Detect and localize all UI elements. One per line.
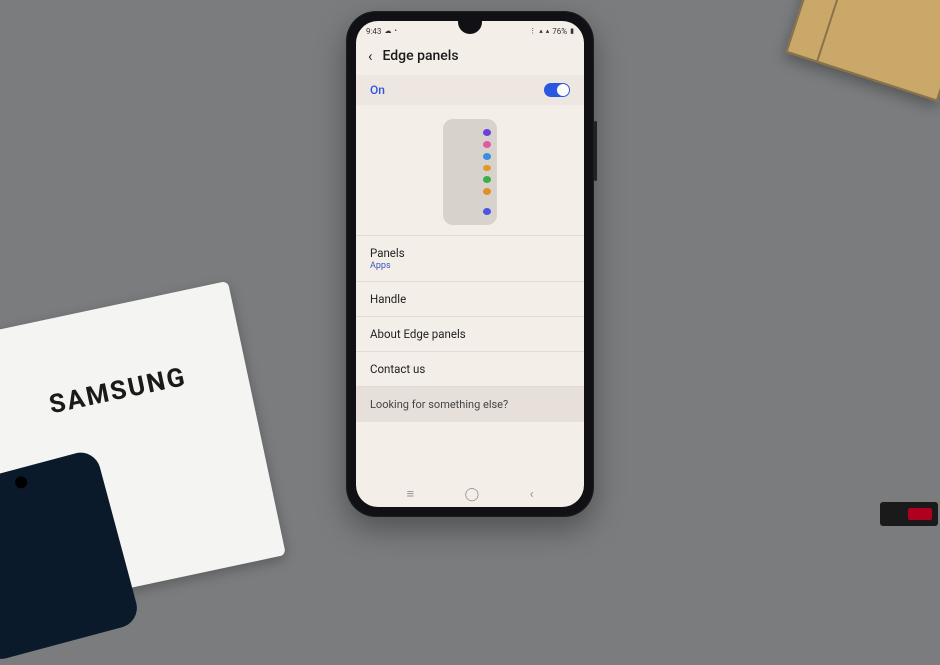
preview-dot <box>483 141 491 148</box>
footer-text: Looking for something else? <box>370 398 508 411</box>
battery-icon: ▮ <box>570 27 574 35</box>
nav-home-icon[interactable]: ◯ <box>465 487 480 502</box>
back-icon[interactable]: ‹ <box>368 47 373 65</box>
battery-text: 76% <box>552 27 567 36</box>
wood-block-prop <box>785 0 940 102</box>
footer-suggestion[interactable]: Looking for something else? <box>356 387 584 422</box>
wifi-icon: ⋮ <box>529 27 536 35</box>
row-title: Contact us <box>370 362 570 376</box>
row-contact[interactable]: Contact us <box>356 352 584 387</box>
edge-panel-preview <box>443 119 497 225</box>
status-time: 9:43 <box>366 27 381 36</box>
preview-dot <box>483 188 491 195</box>
row-subtitle: Apps <box>370 261 570 271</box>
preview-dot <box>483 129 491 136</box>
row-about[interactable]: About Edge panels <box>356 317 584 352</box>
signal2-icon: ▴ <box>546 27 550 35</box>
phone-screen: 9:43 ☁ • ⋮ ▴ ▴ 76% ▮ ‹ Edge panels On <box>356 21 584 507</box>
page-header: ‹ Edge panels <box>356 39 584 75</box>
brand-logo-text: SAMSUNG <box>47 362 190 420</box>
row-title: Panels <box>370 246 570 260</box>
corner-object <box>880 502 938 526</box>
row-handle[interactable]: Handle <box>356 282 584 317</box>
power-button <box>594 121 597 181</box>
more-icon: • <box>394 27 396 35</box>
nav-back-icon[interactable]: ‹ <box>530 487 534 502</box>
preview-dot <box>483 176 491 183</box>
product-box: SAMSUNG <box>0 281 286 615</box>
preview-dot <box>483 153 491 160</box>
master-toggle-row[interactable]: On <box>356 75 584 105</box>
row-panels[interactable]: Panels Apps <box>356 236 584 282</box>
toggle-switch[interactable] <box>544 83 570 97</box>
row-title: Handle <box>370 292 570 306</box>
page-title: Edge panels <box>383 48 459 64</box>
toggle-label: On <box>370 83 385 97</box>
cloud-icon: ☁ <box>384 27 391 35</box>
preview-dot <box>483 208 491 215</box>
panel-preview-area <box>356 105 584 235</box>
nav-recents-icon[interactable]: ≡ <box>406 486 414 502</box>
box-phone-image <box>0 448 141 663</box>
nav-bar: ≡ ◯ ‹ <box>356 481 584 507</box>
preview-dot <box>483 165 491 172</box>
signal-icon: ▴ <box>539 27 543 35</box>
row-title: About Edge panels <box>370 327 570 341</box>
phone-body: 9:43 ☁ • ⋮ ▴ ▴ 76% ▮ ‹ Edge panels On <box>346 11 594 517</box>
settings-list: Panels Apps Handle About Edge panels Con… <box>356 235 584 387</box>
